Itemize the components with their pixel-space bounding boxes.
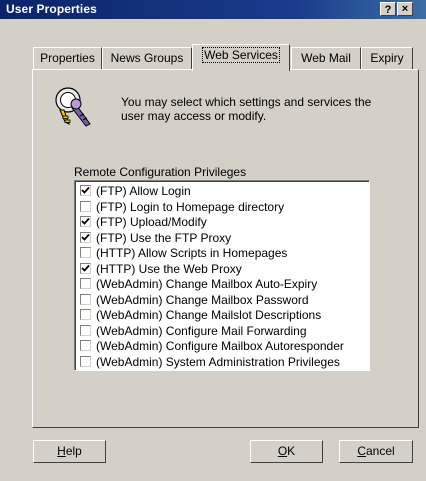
privilege-checkbox[interactable] [80,247,91,258]
privilege-row[interactable]: (FTP) Allow Login [79,184,367,199]
privilege-label: (FTP) Login to Homepage directory [96,199,285,214]
privilege-row[interactable]: (WebAdmin) Change Mailslot Descriptions [79,308,367,323]
privilege-label: (FTP) Allow Login [96,184,191,198]
privilege-label: (WebAdmin) Change Mailbox Password [96,292,309,307]
cancel-label-rest: ancel [365,444,395,458]
key-icon [55,87,91,127]
privilege-checkbox[interactable] [80,309,91,320]
question-mark-icon: ? [384,4,392,16]
privilege-label: (HTTP) Use the Web Proxy [96,261,242,276]
tab-label: Web Mail [301,51,351,65]
privilege-row[interactable]: (HTTP) Allow Scripts in Homepages [79,246,367,261]
privilege-label: (FTP) Use the FTP Proxy [96,230,232,245]
privilege-row[interactable]: (FTP) Login to Homepage directory [79,200,367,215]
ok-mnemonic: O [277,444,288,458]
privilege-row[interactable]: (HTTP) Use the Web Proxy [79,262,367,277]
privilege-checkbox[interactable] [80,216,91,227]
privileges-list[interactable]: (FTP) Allow Login (FTP) Login to Homepage… [74,180,370,371]
privilege-label: (WebAdmin) Change Mailslot Descriptions [96,308,322,322]
help-label-rest: elp [65,444,82,458]
privilege-checkbox[interactable] [80,278,91,289]
tab-properties[interactable]: Properties [33,47,102,69]
user-properties-dialog: User Properties ? × Properties News Grou… [0,0,426,481]
privilege-checkbox[interactable] [80,324,91,336]
privilege-checkbox[interactable] [80,231,91,243]
privilege-label: (HTTP) Allow Scripts in Homepages [96,246,288,260]
privilege-label: (WebAdmin) Configure Mail Forwarding [96,323,307,338]
ok-button[interactable]: OK [250,440,323,463]
privilege-label: (WebAdmin) System Administration Privile… [96,354,340,369]
tab-label: Expiry [370,51,404,65]
title-bar[interactable]: User Properties ? × [0,0,426,19]
checkmark-icon [81,186,90,194]
privileges-label: Remote Configuration Privileges [74,165,247,179]
intro-text: You may select which settings and servic… [121,95,372,123]
privilege-checkbox[interactable] [80,293,91,305]
cancel-button[interactable]: Cancel [339,440,413,463]
privilege-label: (WebAdmin) Configure Mailbox Autorespond… [96,339,344,353]
tab-web-mail[interactable]: Web Mail [291,47,361,69]
privilege-row[interactable]: (WebAdmin) System Administration Privile… [79,355,367,370]
privilege-checkbox[interactable] [80,185,91,196]
privilege-label: (FTP) Upload/Modify [96,215,207,229]
privilege-checkbox[interactable] [80,262,91,274]
tab-label: News Groups [110,51,184,65]
checkmark-icon [81,233,90,241]
cancel-mnemonic: C [357,444,366,458]
privilege-checkbox[interactable] [80,200,91,212]
tab-news-groups[interactable]: News Groups [102,47,192,69]
privilege-checkbox[interactable] [80,340,91,351]
privilege-checkbox[interactable] [80,355,91,367]
close-button[interactable]: × [397,2,413,16]
privilege-row[interactable]: (FTP) Use the FTP Proxy [79,231,367,246]
context-help-button[interactable]: ? [380,2,396,16]
ok-label-rest: K [287,444,296,458]
tab-label: Properties [40,51,95,65]
privilege-label: (WebAdmin) Change Mailbox Auto-Expiry [96,277,318,291]
tab-label: Web Services [202,47,280,63]
privileges-list-inner: (FTP) Allow Login (FTP) Login to Homepage… [75,181,369,370]
tab-expiry[interactable]: Expiry [361,47,413,69]
privilege-row[interactable]: (WebAdmin) Change Mailbox Password [79,293,367,308]
privilege-row[interactable]: (WebAdmin) Configure Mail Forwarding [79,324,367,339]
privilege-row[interactable]: (WebAdmin) Configure Mailbox Autorespond… [79,339,367,354]
checkmark-icon [81,217,90,225]
privilege-row[interactable]: (WebAdmin) Change Mailbox Auto-Expiry [79,277,367,292]
window-title: User Properties [6,2,97,16]
close-icon: × [401,3,409,15]
help-button[interactable]: Help [33,440,106,463]
checkmark-icon [81,264,90,272]
tab-web-services[interactable]: Web Services [192,44,290,71]
help-mnemonic: H [57,444,66,458]
privilege-row[interactable]: (FTP) Upload/Modify [79,215,367,230]
